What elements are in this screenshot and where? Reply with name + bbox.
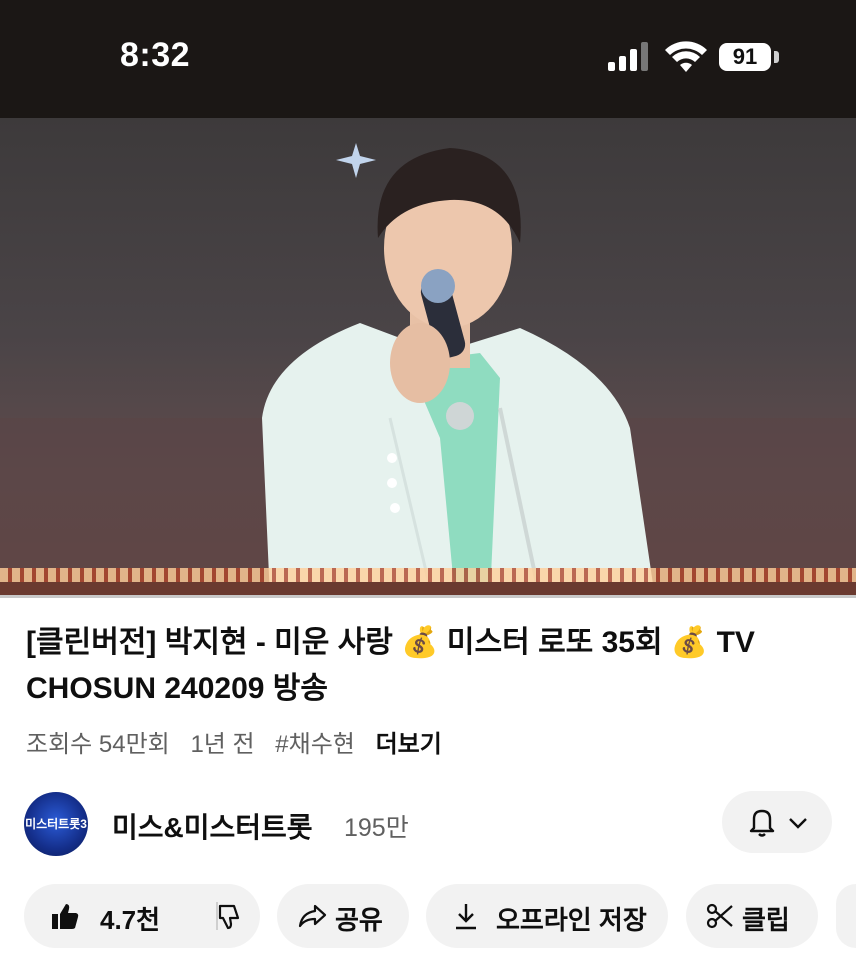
share-icon	[298, 904, 327, 928]
share-button[interactable]: 공유	[277, 884, 409, 948]
chevron-down-icon	[789, 818, 807, 829]
notification-bell-button[interactable]	[722, 791, 832, 853]
subscriber-count: 195만	[344, 814, 409, 842]
battery-indicator: 91	[719, 43, 771, 71]
more-actions-button[interactable]	[836, 884, 856, 948]
dislike-icon[interactable]	[216, 903, 244, 931]
upload-age: 1년 전	[190, 731, 255, 758]
cellular-signal-icon	[608, 42, 648, 71]
like-dislike-group: 4.7천	[24, 884, 260, 948]
video-progress-bar[interactable]	[0, 595, 856, 598]
bell-icon	[749, 809, 775, 837]
clock: 8:32	[120, 36, 191, 74]
share-label: 공유	[335, 905, 383, 935]
action-bar: 4.7천 공유 오프라인 저장 클립	[0, 884, 856, 950]
video-meta[interactable]: 조회수 54만회 1년 전 #채수현 더보기	[26, 724, 456, 759]
scissors-icon	[706, 903, 733, 929]
video-frame	[0, 143, 856, 598]
channel-row: 미스터트롯3 미스&미스터트롯 195만	[0, 790, 856, 860]
clip-button[interactable]: 클립	[686, 884, 818, 948]
channel-name[interactable]: 미스&미스터트롯	[112, 806, 313, 846]
battery-tip	[774, 51, 779, 63]
like-count[interactable]: 4.7천	[100, 900, 160, 937]
clip-label: 클립	[742, 905, 790, 935]
avatar-logo-text: 미스터트롯3	[25, 817, 87, 831]
download-button[interactable]: 오프라인 저장	[426, 884, 668, 948]
view-count: 조회수 54만회	[26, 731, 170, 758]
download-label: 오프라인 저장	[496, 905, 647, 935]
stage-lights	[0, 568, 856, 582]
video-player[interactable]	[0, 118, 856, 598]
more-link[interactable]: 더보기	[376, 731, 442, 758]
status-bar: 8:32 91	[0, 0, 856, 118]
like-icon[interactable]	[50, 901, 80, 931]
download-icon	[456, 904, 476, 930]
wifi-icon	[665, 41, 707, 72]
hashtag-link[interactable]: #채수현	[275, 731, 355, 758]
video-title[interactable]: [클린버전] 박지현 - 미운 사랑 💰 미스터 로또 35회 💰 TV CHO…	[26, 620, 826, 712]
channel-avatar[interactable]: 미스터트롯3	[24, 792, 88, 856]
